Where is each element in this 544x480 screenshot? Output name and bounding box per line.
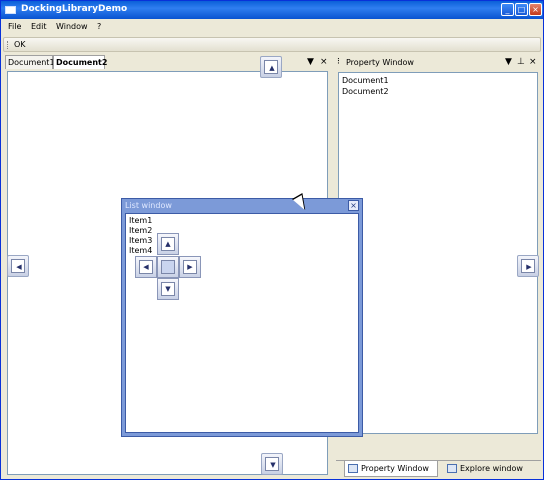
maximize-button[interactable]: □ xyxy=(515,3,528,16)
property-window-content: Document1 Document2 xyxy=(338,72,538,434)
dock-center-cross: ▲ ◀ ▶ ▼ xyxy=(135,233,203,301)
property-window-footer xyxy=(336,434,541,460)
menu-bar: File Edit Window ? xyxy=(1,19,543,35)
tab-label: Explore window xyxy=(460,464,523,473)
toolbar-grip[interactable] xyxy=(7,41,9,49)
arrow-left-icon: ◀ xyxy=(16,263,22,271)
bottom-tab-strip: Property Window Explore window xyxy=(336,460,541,477)
document-menu-icon[interactable]: ▼ xyxy=(307,57,314,67)
window-title: DockingLibraryDemo xyxy=(21,4,128,14)
drag-grip-icon: ⁝ xyxy=(337,57,340,67)
property-menu-icon[interactable]: ▼ xyxy=(505,57,512,67)
arrow-up-icon: ▲ xyxy=(161,237,175,251)
dock-right-indicator[interactable]: ▶ xyxy=(517,255,539,277)
toolbar: OK xyxy=(3,37,541,52)
property-close-icon[interactable]: × xyxy=(529,57,537,67)
list-item[interactable]: Document1 xyxy=(342,76,389,85)
tab-label: Document2 xyxy=(56,58,108,67)
ok-button[interactable]: OK xyxy=(14,40,26,49)
dock-bottom-indicator[interactable]: ▼ xyxy=(261,453,283,475)
menu-window[interactable]: Window xyxy=(56,22,88,31)
dock-left-indicator[interactable]: ◀ xyxy=(7,255,29,277)
list-item[interactable]: Document2 xyxy=(342,87,389,96)
dock-cross-top[interactable]: ▲ xyxy=(157,233,179,255)
tab-label: Property Window xyxy=(361,464,429,473)
tab-dock-icon xyxy=(161,260,175,274)
arrow-down-icon: ▼ xyxy=(161,282,175,296)
property-window-icon xyxy=(348,464,358,473)
property-window-title: Property Window xyxy=(346,58,414,67)
arrow-right-icon: ▶ xyxy=(526,263,532,271)
menu-edit[interactable]: Edit xyxy=(31,22,47,31)
main-window: DockingLibraryDemo _ □ × File Edit Windo… xyxy=(0,0,544,480)
app-icon xyxy=(5,6,16,14)
menu-file[interactable]: File xyxy=(8,22,21,31)
property-window-header[interactable]: ⁝ Property Window ▼ ⊥ × xyxy=(335,56,541,70)
arrow-down-icon: ▼ xyxy=(270,461,276,469)
list-window-close-icon[interactable]: × xyxy=(348,200,359,211)
tab-property-window[interactable]: Property Window xyxy=(344,461,438,477)
close-button[interactable]: × xyxy=(529,3,542,16)
tab-label: Document1 xyxy=(8,58,55,67)
dock-top-indicator[interactable]: ▲ xyxy=(260,56,282,78)
dock-cross-right[interactable]: ▶ xyxy=(179,256,201,278)
document-close-icon[interactable]: × xyxy=(320,57,328,67)
explore-window-icon xyxy=(447,464,457,473)
document-tab-strip: Document1 Document2 xyxy=(5,55,331,69)
menu-help[interactable]: ? xyxy=(97,22,101,31)
list-item[interactable]: Item1 xyxy=(129,216,152,225)
arrow-right-icon: ▶ xyxy=(183,260,197,274)
list-window-titlebar[interactable]: List window × xyxy=(122,199,362,213)
autohide-pin-icon[interactable]: ⊥ xyxy=(517,57,525,67)
arrow-left-icon: ◀ xyxy=(139,260,153,274)
tab-document2[interactable]: Document2 xyxy=(53,55,108,69)
minimize-button[interactable]: _ xyxy=(501,3,514,16)
tab-explore-window[interactable]: Explore window xyxy=(444,461,538,477)
dock-cross-bottom[interactable]: ▼ xyxy=(157,278,179,300)
arrow-up-icon: ▲ xyxy=(269,64,275,72)
dock-cross-center[interactable] xyxy=(157,256,179,278)
list-window-title: List window xyxy=(125,201,172,210)
tab-document1[interactable]: Document1 xyxy=(5,55,55,69)
dock-cross-left[interactable]: ◀ xyxy=(135,256,157,278)
title-bar[interactable]: DockingLibraryDemo _ □ × xyxy=(1,1,543,19)
